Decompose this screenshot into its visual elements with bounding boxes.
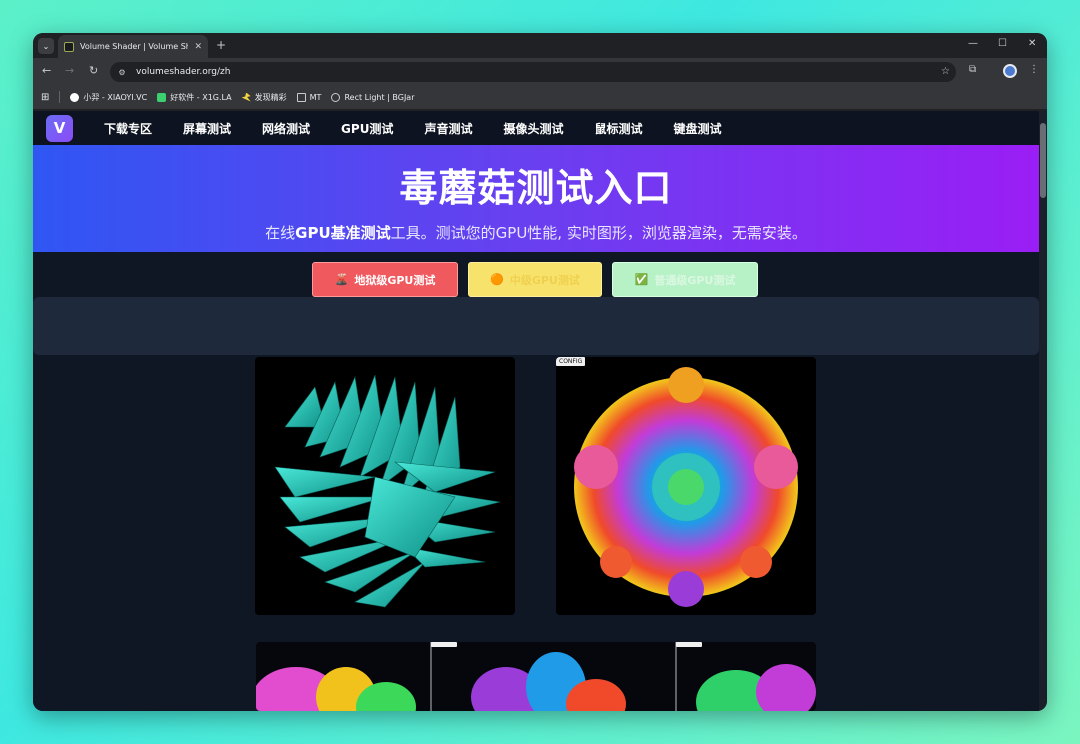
config-tag-left[interactable]: [431, 642, 457, 647]
tab-title: Volume Shader | Volume Sha: [80, 42, 189, 51]
orange-circle-icon: 🟠: [490, 273, 504, 286]
tab-favicon-icon: [64, 41, 74, 52]
scrollbar-thumb[interactable]: [1040, 123, 1046, 198]
tab-strip: ⌄ Volume Shader | Volume Sha ✕ + — ☐ ✕: [33, 33, 1047, 58]
shader-canvas-cyan[interactable]: [255, 357, 515, 615]
site-logo[interactable]: V: [46, 114, 73, 142]
site-settings-icon[interactable]: ⚙: [116, 66, 128, 78]
green-square-icon: [157, 92, 167, 102]
address-bar[interactable]: ⚙ volumeshader.org/zh ☆: [110, 62, 956, 82]
bookmark-star-icon[interactable]: ☆: [941, 66, 950, 77]
browser-window: ⌄ Volume Shader | Volume Sha ✕ + — ☐ ✕ ←…: [33, 33, 1047, 711]
close-window-button[interactable]: ✕: [1028, 38, 1036, 49]
test-button-row: 🌋 地狱级GPU测试 🟠 中级GPU测试 ✅ 普通级GPU测试: [33, 252, 1039, 298]
extensions-puzzle-icon[interactable]: ⧉: [969, 64, 976, 75]
hero-banner: 毒蘑菇测试入口 在线GPU基准测试工具。测试您的GPU性能, 实时图形，浏览器渲…: [33, 145, 1039, 252]
new-tab-button[interactable]: +: [216, 38, 226, 52]
active-tab[interactable]: Volume Shader | Volume Sha ✕: [58, 35, 208, 58]
wide-shader-render: [256, 642, 816, 711]
config-tag-right[interactable]: [676, 642, 702, 647]
hero-subtitle: 在线GPU基准测试工具。测试您的GPU性能, 实时图形，浏览器渲染，无需安装。: [33, 222, 1039, 243]
bookmarks-bar: ⊞ 小羿 - XIAOYI.VC 好软件 - X1G.LA 发现精彩 MT Re…: [33, 85, 1047, 110]
volcano-icon: 🌋: [334, 273, 349, 286]
cyan-shader-render: [274, 374, 501, 608]
hero-sub-prefix: 在线: [265, 224, 296, 242]
hero-sub-suffix: 工具。测试您的GPU性能, 实时图形，浏览器渲染，无需安装。: [390, 224, 807, 242]
rainbow-shader-render: [574, 367, 798, 607]
profile-avatar[interactable]: [1003, 64, 1017, 78]
nav-gpu-test[interactable]: GPU测试: [341, 120, 393, 137]
low-gpu-test-button[interactable]: ✅ 普通级GPU测试: [612, 262, 758, 297]
bookmarks-divider: [59, 91, 61, 103]
page-viewport: V 下载专区 屏幕测试 网络测试 GPU测试 声音测试 摄像头测试 鼠标测试 键…: [33, 111, 1039, 711]
checkmark-icon: ✅: [634, 273, 649, 286]
browser-toolbar: ← → ↻ ⚙ volumeshader.org/zh ☆ ⧉ ⋮: [33, 58, 1047, 85]
hell-gpu-test-label: 地狱级GPU测试: [354, 273, 436, 287]
low-gpu-test-label: 普通级GPU测试: [654, 273, 736, 287]
nav-keyboard-test[interactable]: 键盘测试: [673, 120, 721, 137]
nav-download[interactable]: 下载专区: [104, 120, 152, 137]
nav-network-test[interactable]: 网络测试: [262, 120, 310, 137]
reload-icon[interactable]: ↻: [89, 64, 98, 77]
bookmark-label: MT: [309, 92, 322, 102]
info-panel: [33, 297, 1039, 355]
nav-mouse-test[interactable]: 鼠标测试: [594, 120, 642, 137]
bolt-icon: [241, 92, 251, 102]
bookmark-folder-mt[interactable]: MT: [296, 92, 322, 102]
folder-icon: [296, 92, 306, 102]
maximize-button[interactable]: ☐: [998, 38, 1007, 49]
bookmark-label: Rect Light | BGJar: [344, 92, 415, 102]
tab-search-chevron-icon[interactable]: ⌄: [38, 38, 54, 54]
nav-screen-test[interactable]: 屏幕测试: [183, 120, 231, 137]
mid-gpu-test-button[interactable]: 🟠 中级GPU测试: [468, 262, 602, 297]
bookmark-x1g[interactable]: 好软件 - X1G.LA: [157, 92, 232, 103]
menu-kebab-icon[interactable]: ⋮: [1029, 64, 1039, 75]
bookmark-label: 小羿 - XIAOYI.VC: [83, 92, 148, 102]
bookmark-xiaoyi[interactable]: 小羿 - XIAOYI.VC: [70, 92, 147, 103]
back-arrow-icon[interactable]: ←: [42, 64, 51, 77]
site-navbar: V 下载专区 屏幕测试 网络测试 GPU测试 声音测试 摄像头测试 鼠标测试 键…: [33, 111, 1039, 145]
bookmark-faxian[interactable]: 发现精彩: [241, 92, 287, 103]
hero-title: 毒蘑菇测试入口: [399, 166, 673, 210]
minimize-button[interactable]: —: [968, 38, 978, 49]
nav-sound-test[interactable]: 声音测试: [424, 120, 472, 137]
nav-camera-test[interactable]: 摄像头测试: [503, 120, 563, 137]
url-text: volumeshader.org/zh: [136, 67, 231, 77]
tab-close-icon[interactable]: ✕: [194, 42, 202, 52]
config-tag[interactable]: CONFIG: [556, 357, 586, 366]
forward-arrow-icon[interactable]: →: [65, 64, 74, 77]
github-icon: [70, 92, 80, 102]
hell-gpu-test-button[interactable]: 🌋 地狱级GPU测试: [312, 262, 458, 297]
bookmark-label: 发现精彩: [254, 92, 287, 102]
bookmark-bgjar[interactable]: Rect Light | BGJar: [331, 92, 415, 102]
shader-canvas-wide[interactable]: [256, 642, 816, 711]
shader-canvas-rainbow[interactable]: CONFIG: [556, 357, 816, 615]
hero-sub-bold: GPU基准测试: [295, 224, 391, 242]
globe-icon: [331, 92, 341, 102]
mid-gpu-test-label: 中级GPU测试: [509, 273, 580, 287]
page-scrollbar[interactable]: [1039, 111, 1047, 711]
apps-grid-icon[interactable]: ⊞: [41, 92, 49, 103]
bookmark-label: 好软件 - X1G.LA: [170, 92, 232, 102]
